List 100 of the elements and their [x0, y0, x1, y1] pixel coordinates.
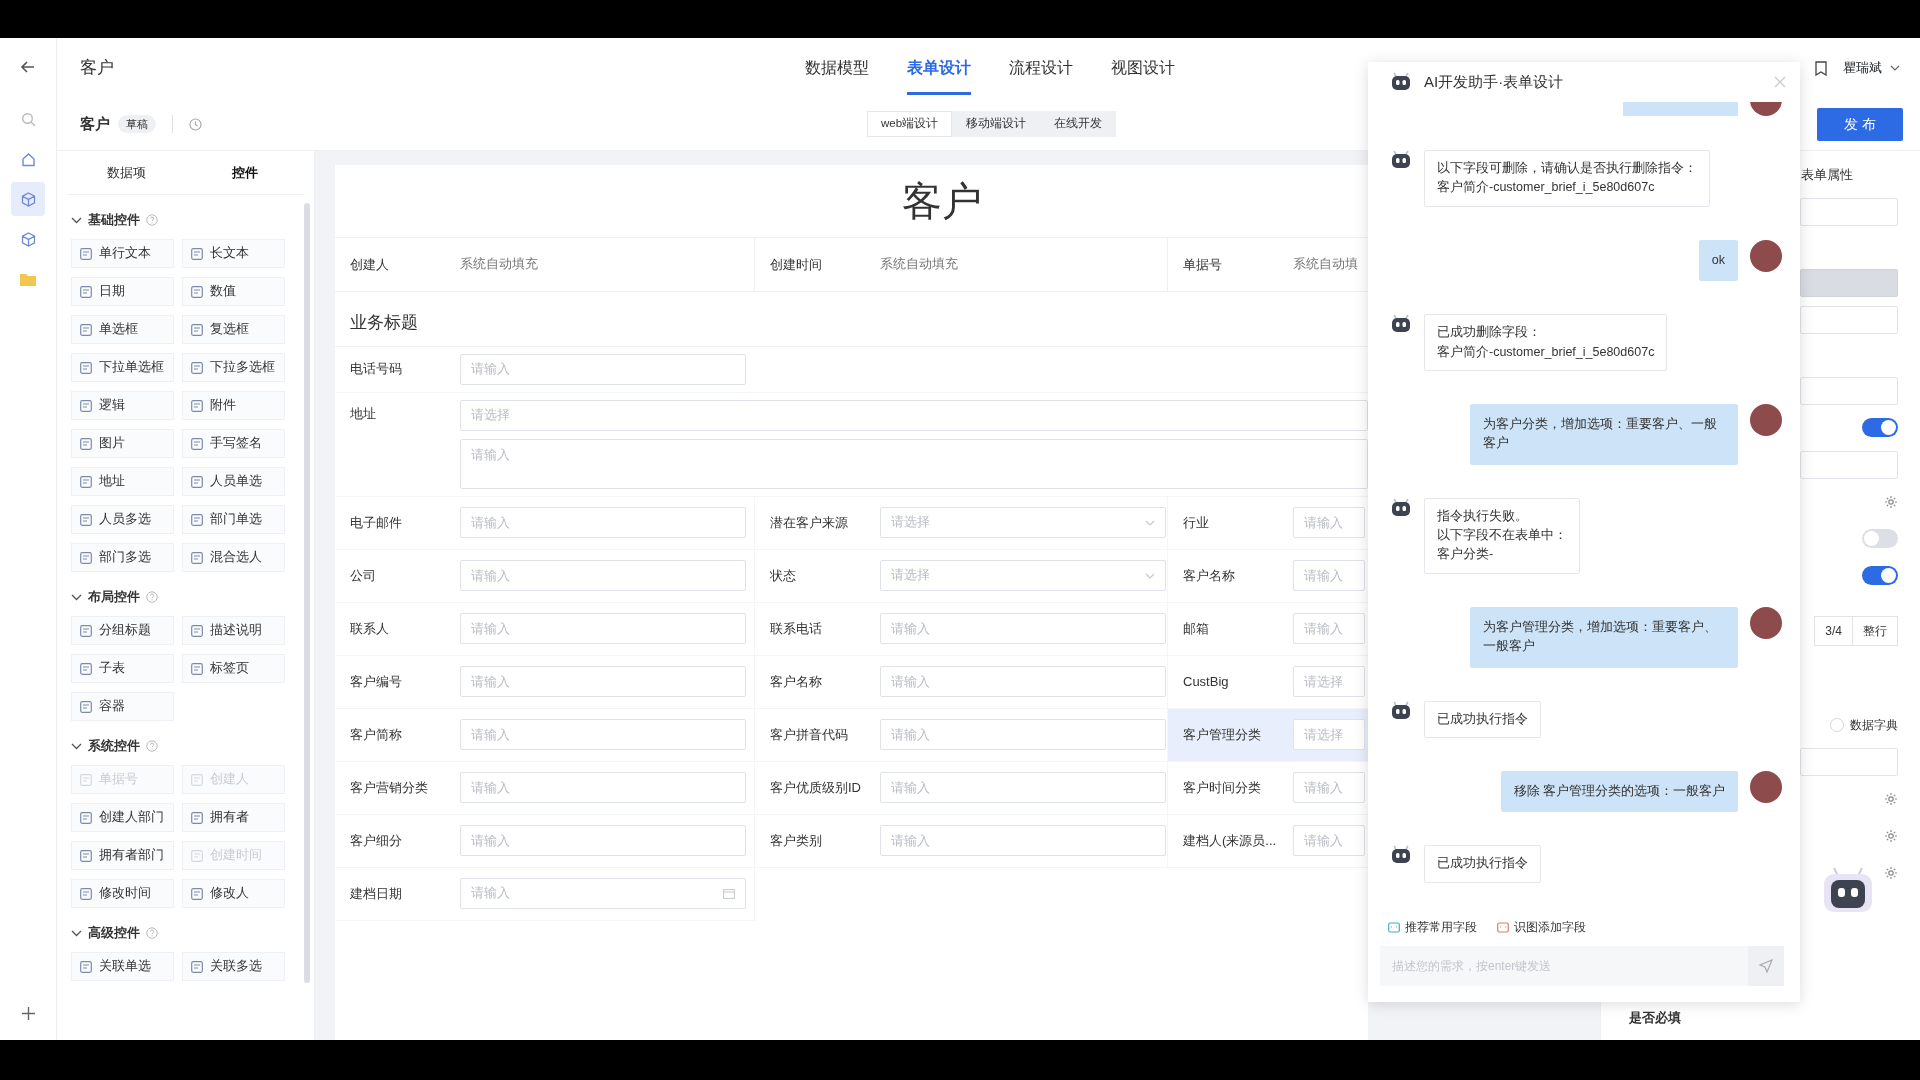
settings-icon[interactable] [1884, 494, 1898, 509]
tab[interactable]: 流程设计 [1009, 41, 1073, 95]
input-field[interactable]: 请输入 [460, 560, 746, 591]
help-icon[interactable] [146, 591, 158, 603]
input-field[interactable]: 请输入 [1293, 613, 1365, 644]
form-field-cell[interactable]: 客户优质级别ID 请输入 [755, 761, 1168, 815]
input-field[interactable]: 请输入 [1293, 825, 1365, 856]
input-field[interactable] [1800, 747, 1898, 776]
form-field-cell[interactable]: 潜在客户来源 请选择 [755, 496, 1168, 550]
control-item[interactable]: 容器 [71, 692, 174, 721]
control-item[interactable]: 下拉单选框 [71, 353, 174, 382]
mode-tab[interactable]: 移动端设计 [952, 111, 1041, 137]
control-item[interactable]: 单选框 [71, 315, 174, 344]
input-field[interactable]: 请输入 [460, 613, 746, 644]
input-field[interactable] [1800, 450, 1898, 479]
control-item[interactable]: 日期 [71, 277, 174, 306]
input-field[interactable]: 请输入 [880, 772, 1166, 803]
input-field[interactable]: 请输入 [460, 772, 746, 803]
form-field-cell[interactable]: 客户营销分类 请输入 [335, 761, 755, 815]
control-item[interactable]: 复选框 [182, 315, 285, 344]
control-item[interactable]: 创建人部门 [71, 803, 174, 832]
chevron-icon[interactable] [71, 929, 82, 937]
control-item[interactable]: 修改时间 [71, 879, 174, 908]
panel-tab[interactable]: 控件 [185, 151, 304, 194]
form-field-cell[interactable]: 联系人 请输入 [335, 602, 755, 656]
form-field-cell[interactable]: 建档日期 请输入 [335, 867, 755, 921]
control-item[interactable]: 数值 [182, 277, 285, 306]
form-field-cell[interactable]: 行业 请输入 [1168, 496, 1368, 550]
input-field[interactable] [1800, 376, 1898, 405]
input-field[interactable]: 请选择 [1293, 719, 1365, 750]
control-item[interactable]: 手写签名 [182, 429, 285, 458]
radio-option[interactable]: 数据字典 [1830, 715, 1898, 734]
help-icon[interactable] [146, 214, 158, 226]
form-field-cell[interactable]: 客户名称 请输入 [1168, 549, 1368, 603]
form-field-cell[interactable]: 邮箱 请输入 [1168, 602, 1368, 656]
form-field-cell[interactable]: 客户类别 请输入 [755, 814, 1168, 868]
control-item[interactable]: 部门单选 [182, 505, 285, 534]
input-field[interactable]: 请输入 [880, 613, 1166, 644]
user-menu[interactable]: 瞿瑞斌 [1843, 58, 1900, 78]
input-field[interactable]: 请输入 [880, 719, 1166, 750]
toggle-switch[interactable] [1862, 566, 1898, 585]
tab[interactable]: 视图设计 [1111, 41, 1175, 95]
control-item[interactable]: 人员多选 [71, 505, 174, 534]
settings-icon[interactable] [1884, 828, 1898, 843]
control-item[interactable]: 标签页 [182, 654, 285, 683]
input-field[interactable]: 请输入 [1293, 772, 1365, 803]
control-item[interactable]: 分组标题 [71, 616, 174, 645]
text-area[interactable]: 请输入 [460, 438, 1368, 489]
chevron-icon[interactable] [71, 593, 82, 601]
control-item[interactable]: 修改人 [182, 879, 285, 908]
help-icon[interactable] [146, 927, 158, 939]
settings-icon[interactable] [1884, 791, 1898, 806]
control-item[interactable]: 附件 [182, 391, 285, 420]
form-field-cell[interactable]: CustBig 请选择 [1168, 655, 1368, 709]
action-link[interactable]: 识图添加字段 [1497, 918, 1586, 936]
form-field-cell[interactable]: 客户名称 请输入 [755, 655, 1168, 709]
control-item[interactable]: 描述说明 [182, 616, 285, 645]
scrollbar[interactable] [304, 203, 310, 983]
input-field[interactable]: 请输入 [460, 825, 746, 856]
control-item[interactable]: 部门多选 [71, 543, 174, 572]
input-field[interactable]: 请输入 [880, 825, 1166, 856]
input-field[interactable] [1800, 197, 1898, 226]
control-item[interactable]: 下拉多选框 [182, 353, 285, 382]
form-field-cell[interactable]: 客户编号 请输入 [335, 655, 755, 709]
input-field[interactable]: 请输入 [460, 353, 746, 385]
form-field-cell[interactable]: 客户细分 请输入 [335, 814, 755, 868]
tab[interactable]: 表单设计 [907, 41, 971, 95]
publish-button[interactable]: 发 布 [1817, 107, 1903, 141]
panel-tab[interactable]: 数据项 [67, 151, 186, 194]
form-field-cell[interactable]: 状态 请选择 [755, 549, 1168, 603]
sidebar-item[interactable] [11, 182, 45, 216]
input-field[interactable]: 请输入 [1293, 507, 1365, 538]
mode-tab[interactable]: web端设计 [866, 111, 953, 137]
control-item[interactable]: 长文本 [182, 239, 285, 268]
control-item[interactable]: 关联多选 [182, 952, 285, 981]
input-field[interactable]: 请选择 [1293, 666, 1365, 697]
action-link[interactable]: 推荐常用字段 [1388, 918, 1477, 936]
form-field-cell[interactable]: 客户拼音代码 请输入 [755, 708, 1168, 762]
control-item[interactable]: 拥有者部门 [71, 841, 174, 870]
form-field-cell[interactable]: 客户管理分类 请选择 [1168, 708, 1368, 762]
input-field[interactable]: 请输入 [460, 666, 746, 697]
form-field-cell[interactable]: 建档人(来源员... 请输入 [1168, 814, 1368, 868]
form-field-cell[interactable]: 客户简称 请输入 [335, 708, 755, 762]
input-field[interactable]: 请输入 [460, 507, 746, 538]
chevron-icon[interactable] [71, 742, 82, 750]
control-item[interactable]: 单行文本 [71, 239, 174, 268]
clock-icon[interactable] [189, 117, 202, 131]
control-item[interactable]: 拥有者 [182, 803, 285, 832]
control-item[interactable]: 子表 [71, 654, 174, 683]
mode-tab[interactable]: 在线开发 [1040, 111, 1117, 137]
chevron-icon[interactable] [71, 216, 82, 224]
form-field-cell[interactable]: 联系电话 请输入 [755, 602, 1168, 656]
input-field[interactable] [1800, 305, 1898, 334]
form-field-cell[interactable]: 公司 请输入 [335, 549, 755, 603]
send-button[interactable] [1748, 946, 1784, 986]
control-item[interactable]: 关联单选 [71, 952, 174, 981]
bookmark-icon[interactable] [1815, 60, 1827, 76]
control-item[interactable]: 人员单选 [182, 467, 285, 496]
control-item[interactable]: 逻辑 [71, 391, 174, 420]
form-field-cell[interactable]: 电子邮件 请输入 [335, 496, 755, 550]
